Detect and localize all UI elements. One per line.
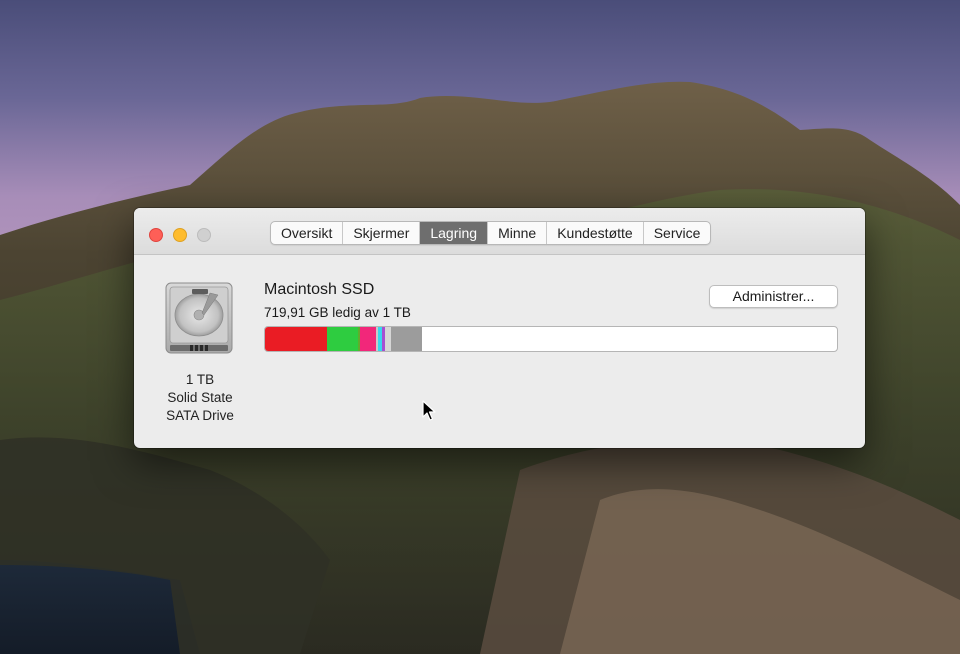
tab-bar: Oversikt Skjermer Lagring Minne Kundestø… <box>270 221 712 245</box>
drive-type-line2: SATA Drive <box>166 408 234 423</box>
storage-usage-bar <box>264 326 838 352</box>
desktop-background: Oversikt Skjermer Lagring Minne Kundestø… <box>0 0 960 654</box>
storage-panel: 1 TB Solid State SATA Drive Macintosh SS… <box>134 255 865 448</box>
storage-segment-0 <box>265 327 327 351</box>
tab-skjermer[interactable]: Skjermer <box>343 222 421 244</box>
storage-segment-1 <box>326 327 358 351</box>
hard-drive-icon <box>165 282 233 354</box>
minimize-button[interactable] <box>173 228 187 242</box>
manage-button[interactable]: Administrer... <box>709 285 838 308</box>
tab-service[interactable]: Service <box>644 222 711 244</box>
drive-type-line1: Solid State <box>167 390 233 405</box>
tab-kundestotte[interactable]: Kundestøtte <box>547 222 644 244</box>
tab-minne[interactable]: Minne <box>488 222 548 244</box>
system-report-window: Oversikt Skjermer Lagring Minne Kundestø… <box>134 208 865 448</box>
drive-description: 1 TB Solid State SATA Drive <box>150 371 250 425</box>
drive-capacity: 1 TB <box>185 372 215 387</box>
storage-segment-3 <box>359 327 376 351</box>
title-bar: Oversikt Skjermer Lagring Minne Kundestø… <box>134 208 865 255</box>
disk-name: Macintosh SSD <box>264 281 375 298</box>
zoom-button[interactable] <box>197 228 211 242</box>
mouse-pointer-icon <box>422 400 436 421</box>
tab-lagring[interactable]: Lagring <box>420 222 489 244</box>
storage-segment-7 <box>384 327 392 351</box>
close-button[interactable] <box>149 228 163 242</box>
tab-oversikt[interactable]: Oversikt <box>271 222 344 244</box>
disk-free-space: 719,91 GB ledig av 1 TB <box>264 305 411 320</box>
storage-segment-8 <box>391 327 423 351</box>
